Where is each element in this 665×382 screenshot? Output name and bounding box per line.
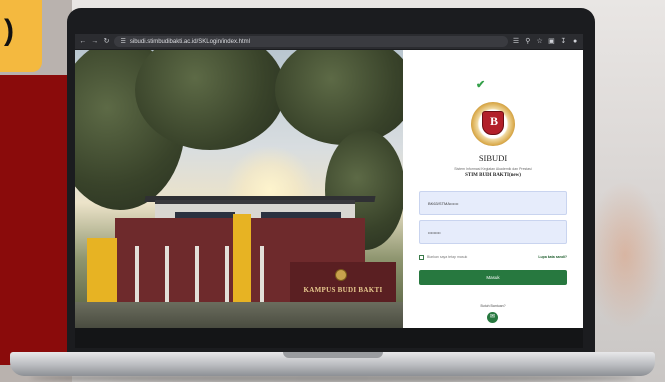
building-pillar <box>225 246 229 304</box>
building-pillar <box>260 246 264 304</box>
remember-row: Biarkan saya tetap masuk Lupa kata sandi… <box>419 253 567 261</box>
browser-viewport: KAMPUS BUDI BAKTI ✔ B SIBUDI Sistem Info… <box>75 50 583 328</box>
password-value: ••••••••• <box>428 229 441 235</box>
seal-monogram: B <box>489 114 498 128</box>
checkmark-logo-icon: ✔ <box>476 78 486 91</box>
school-name: STIM BUDI BAKTI(new) <box>465 173 521 178</box>
reload-icon[interactable]: ↻ <box>103 34 111 49</box>
arrow-left-icon[interactable]: ← <box>79 34 87 49</box>
browser-toolbar: ← → ↻ ☰ sibudi.stimbudibakti.ac.id/SKLog… <box>75 34 583 49</box>
remember-me[interactable]: Biarkan saya tetap masuk <box>419 254 468 260</box>
slide-yellow-card: ) <box>0 0 42 72</box>
site-info-icon[interactable]: ☰ <box>120 38 125 45</box>
app-subtitle: Sistem Informasi Kegiatan Akademik dan P… <box>454 167 532 171</box>
email-icon[interactable]: ✉ <box>487 312 498 323</box>
help-text: Butuh Bantuan? <box>480 304 506 308</box>
campus-emblem-icon <box>335 269 347 281</box>
building-yellow-tower <box>87 238 117 304</box>
campus-sign-text: KAMPUS BUDI BAKTI <box>303 286 383 294</box>
zoom-icon[interactable]: ⚲ <box>524 34 532 49</box>
slide-maroon-panel <box>0 75 68 365</box>
star-icon[interactable]: ☆ <box>536 34 544 49</box>
campus-photo: KAMPUS BUDI BAKTI <box>75 50 403 328</box>
download-icon[interactable]: ↧ <box>559 34 567 49</box>
building-pillar <box>135 246 139 304</box>
translate-icon[interactable]: ☰ <box>512 34 520 49</box>
puzzle-icon[interactable]: ▣ <box>548 34 556 49</box>
login-button[interactable]: Masuk <box>419 270 567 285</box>
arrow-right-icon[interactable]: → <box>91 34 99 49</box>
tree-canopy-right <box>275 50 403 145</box>
screen-bottom-bezel <box>75 328 583 348</box>
username-value: BK63/STMA•••••• <box>428 200 459 206</box>
profile-icon[interactable]: ● <box>571 34 579 49</box>
forgot-password-link[interactable]: Lupa kata sandi? <box>538 255 567 259</box>
slide-background-right <box>585 180 665 330</box>
address-bar[interactable]: ☰ sibudi.stimbudibakti.ac.id/SKLogin/ind… <box>114 36 509 47</box>
remember-label: Biarkan saya tetap masuk <box>427 255 468 259</box>
password-field[interactable]: ••••••••• <box>419 220 567 244</box>
building-pillar <box>165 246 169 304</box>
school-seal-logo: B <box>471 102 515 146</box>
remember-checkbox[interactable] <box>419 254 424 260</box>
brand-logo: ✔ <box>476 78 512 92</box>
ground <box>75 302 403 328</box>
login-panel: ✔ B SIBUDI Sistem Informasi Kegiatan Aka… <box>403 50 583 328</box>
building-yellow-column <box>233 214 251 304</box>
username-field[interactable]: BK63/STMA•••••• <box>419 191 567 215</box>
address-bar-url: sibudi.stimbudibakti.ac.id/SKLogin/index… <box>129 38 250 45</box>
laptop-notch <box>283 352 383 358</box>
app-title: SIBUDI <box>478 153 508 163</box>
building-pillar <box>195 246 199 304</box>
slide-corner-text: ) <box>4 14 14 47</box>
seal-shield-icon: B <box>482 111 504 135</box>
